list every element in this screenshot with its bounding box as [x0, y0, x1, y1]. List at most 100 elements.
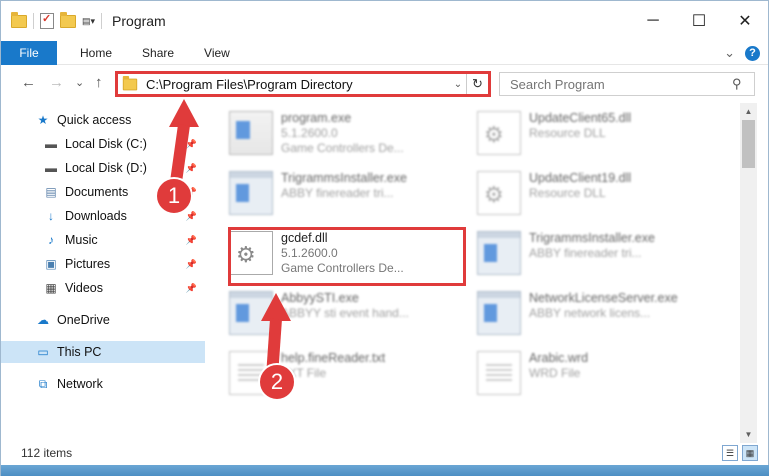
- tab-view[interactable]: View: [189, 46, 245, 60]
- forward-arrow-icon[interactable]: →: [49, 74, 64, 91]
- text-file-icon: [477, 351, 521, 395]
- sidebar-item-network[interactable]: ⧉ Network: [1, 373, 205, 395]
- sidebar-item-label: Network: [57, 377, 103, 391]
- file-version: ABBY finereader tri...: [529, 246, 642, 260]
- vertical-scrollbar[interactable]: ▲ ▼: [740, 103, 757, 443]
- drive-icon: ▬: [45, 137, 57, 151]
- file-item[interactable]: Arabic.wrd WRD File: [477, 345, 713, 401]
- file-name: Arabic.wrd: [529, 351, 589, 365]
- step-marker-1: 1: [155, 177, 193, 215]
- close-button[interactable]: ✕: [722, 1, 768, 41]
- file-item[interactable]: UpdateClient19.dllResource DLL: [477, 165, 713, 221]
- refresh-icon[interactable]: ↻: [466, 74, 488, 94]
- file-item[interactable]: program.exe 5.1.2600.0 Game Controllers De…: [229, 105, 465, 161]
- sidebar-item-this-pc[interactable]: ▭ This PC: [1, 341, 205, 363]
- file-details: UpdateClient19.dll Resource DLL: [529, 171, 631, 201]
- file-description: Game Controllers De...: [281, 141, 404, 155]
- ribbon-tabs: File Home Share View ⌄ ?: [1, 40, 768, 65]
- sidebar-item-label: Local Disk (D:): [65, 161, 147, 175]
- file-name: TrigrammsInstaller.exe: [281, 171, 407, 185]
- file-name: program.exe: [281, 111, 352, 125]
- sidebar-item-pictures[interactable]: ▣ Pictures 📌: [1, 253, 205, 275]
- arrow-1-head: [169, 99, 199, 127]
- minimize-button[interactable]: ─: [630, 1, 676, 41]
- computer-icon: ▭: [37, 345, 49, 359]
- file-item[interactable]: NetworkLicenseServer.exe ABBY network lic…: [477, 285, 713, 341]
- search-input[interactable]: [510, 76, 732, 92]
- details-view-icon[interactable]: ☰: [722, 445, 738, 461]
- tab-share[interactable]: Share: [127, 46, 189, 60]
- file-version: 5.1.2600.0: [281, 126, 338, 140]
- expand-ribbon-icon[interactable]: ⌄: [724, 45, 735, 61]
- address-row: ← → ⌄ ↑ C:\Program Files\Program Directo…: [1, 67, 768, 101]
- dll-file-icon: [477, 171, 521, 215]
- scroll-down-icon[interactable]: ▼: [740, 426, 757, 443]
- sidebar-item-label: OneDrive: [57, 313, 110, 327]
- customize-toolbar-icon[interactable]: ▤▾: [82, 16, 95, 27]
- maximize-button[interactable]: ☐: [676, 1, 722, 41]
- file-highlight-box: [228, 227, 466, 286]
- sidebar-item-music[interactable]: ♪ Music 📌: [1, 229, 205, 251]
- sidebar-item-label: Videos: [65, 281, 103, 295]
- properties-icon[interactable]: [40, 12, 54, 29]
- sidebar-item-label: This PC: [57, 345, 102, 359]
- network-icon: ⧉: [38, 376, 48, 391]
- arrow-2-head: [261, 293, 291, 321]
- chevron-down-icon[interactable]: ⌄: [450, 79, 466, 90]
- pin-icon[interactable]: 📌: [186, 163, 197, 174]
- videos-icon: ▦: [45, 281, 57, 295]
- address-bar[interactable]: C:\Program Files\Program Directory ⌄ ↻: [115, 71, 491, 97]
- exe-file-icon: [229, 171, 273, 215]
- file-version: ABBYY sti event hand...: [281, 306, 409, 320]
- sidebar-item-label: Quick access: [57, 113, 132, 127]
- music-icon: ♪: [48, 233, 54, 247]
- exe-file-icon: [229, 111, 273, 155]
- file-version: WRD File: [529, 366, 581, 380]
- file-item[interactable]: TrigrammsInstaller.exe ABBY finereader tr…: [477, 225, 713, 281]
- help-icon[interactable]: ?: [745, 45, 760, 61]
- drive-icon: ▬: [45, 161, 57, 175]
- title-bar: ▤▾ Program ─ ☐ ✕: [1, 1, 768, 41]
- sidebar-item-videos[interactable]: ▦ Videos 📌: [1, 277, 205, 299]
- pin-icon[interactable]: 📌: [186, 283, 197, 294]
- file-details: TrigrammsInstaller.exe ABBY finereader tr…: [281, 171, 407, 201]
- status-bar: 112 items ☰ ▦: [1, 443, 768, 463]
- file-name: UpdateClient19.dll: [529, 171, 632, 185]
- file-name: AbbyySTI.exe: [281, 291, 359, 305]
- file-version: Resource DLL: [529, 126, 606, 140]
- tab-home[interactable]: Home: [65, 46, 127, 60]
- file-name: UpdateClient65.dll: [529, 111, 632, 125]
- scroll-up-icon[interactable]: ▲: [740, 103, 757, 120]
- back-arrow-icon[interactable]: ←: [21, 74, 36, 91]
- recent-locations-icon[interactable]: ⌄: [75, 76, 84, 89]
- search-box[interactable]: ⚲: [499, 72, 755, 96]
- file-version: ABBY finereader tri...: [281, 186, 394, 200]
- file-item[interactable]: UpdateClient65.dllResource DLL: [477, 105, 713, 161]
- pin-icon[interactable]: 📌: [186, 235, 197, 246]
- downloads-icon: ↓: [48, 209, 54, 223]
- sidebar-item-onedrive[interactable]: ☁ OneDrive: [1, 309, 205, 331]
- pin-icon[interactable]: 📌: [186, 211, 197, 222]
- step-marker-2: 2: [258, 363, 296, 401]
- view-buttons: ☰ ▦: [722, 445, 758, 461]
- new-folder-icon[interactable]: [60, 11, 76, 28]
- window-title: Program: [112, 13, 166, 29]
- tiles-view-icon[interactable]: ▦: [742, 445, 758, 461]
- file-name: TrigrammsInstaller.exe: [529, 231, 655, 245]
- pin-icon[interactable]: 📌: [186, 259, 197, 270]
- folder-icon[interactable]: [11, 11, 27, 28]
- star-icon: ★: [37, 113, 49, 127]
- file-details: TrigrammsInstaller.exe ABBY finereader tr…: [529, 231, 655, 261]
- file-version: Resource DLL: [529, 186, 606, 200]
- cloud-icon: ☁: [37, 313, 49, 327]
- tab-file[interactable]: File: [1, 40, 57, 65]
- search-icon[interactable]: ⚲: [732, 76, 754, 92]
- file-item[interactable]: TrigrammsInstaller.exe ABBY finereader tr…: [229, 165, 465, 221]
- scrollbar-thumb[interactable]: [742, 120, 755, 168]
- file-version: TXT File: [281, 366, 327, 380]
- address-path[interactable]: C:\Program Files\Program Directory: [146, 77, 450, 92]
- sidebar-item-label: Music: [65, 233, 98, 247]
- file-details: UpdateClient65.dll Resource DLL: [529, 111, 631, 141]
- quick-access-toolbar: ▤▾: [1, 11, 103, 29]
- up-arrow-icon[interactable]: ↑: [95, 74, 103, 91]
